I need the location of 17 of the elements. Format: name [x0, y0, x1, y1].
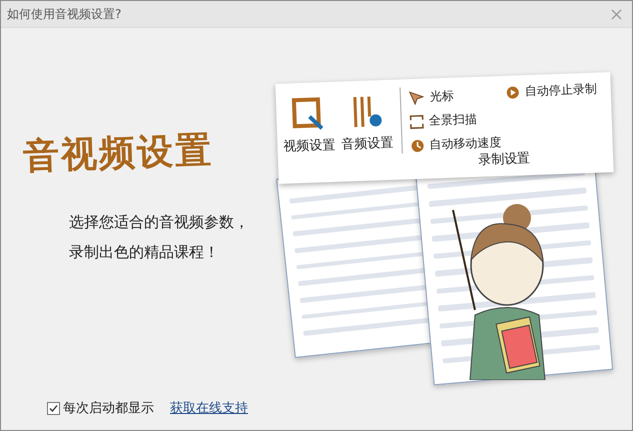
frame-icon [410, 114, 424, 129]
clock-icon [410, 138, 425, 153]
ribbon-item-label[interactable]: 光标 [430, 88, 454, 106]
support-link[interactable]: 获取在线支持 [170, 399, 248, 417]
description-line: 选择您适合的音视频参数， [69, 212, 250, 233]
record-icon [506, 84, 520, 100]
ribbon-item-label[interactable]: 自动停止录制 [524, 80, 598, 100]
cursor-icon [408, 90, 426, 105]
ribbon-item-label[interactable]: 全景扫描 [428, 110, 478, 130]
film-wrench-icon [290, 96, 326, 132]
checkbox-label: 每次启动都显示 [63, 400, 154, 417]
description-line: 录制出色的精品课程！ [69, 242, 220, 263]
ribbon-button-label[interactable]: 视频设置 [283, 136, 336, 156]
checkbox[interactable] [47, 402, 60, 414]
ribbon-button-label[interactable]: 音频设置 [341, 134, 394, 154]
window-title: 如何使用音视频设置? [7, 6, 122, 22]
heading: 音视频设置 [22, 128, 215, 180]
